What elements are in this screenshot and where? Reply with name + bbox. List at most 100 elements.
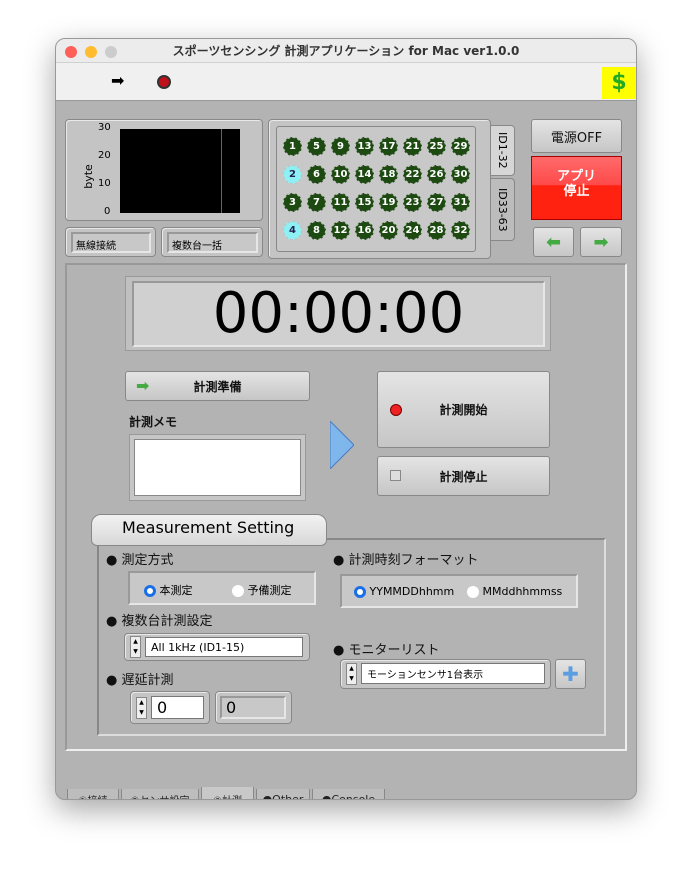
sensor-id-28[interactable]: 28	[427, 221, 446, 240]
delay-input[interactable]: 0	[151, 696, 204, 719]
sensor-id-3[interactable]: 3	[283, 193, 302, 212]
start-button[interactable]: 計測開始	[377, 371, 550, 448]
delay-stepper[interactable]: ▲ ▼	[136, 697, 147, 719]
radio-yymmdd[interactable]: YYMMDDhhmm	[354, 585, 454, 598]
zoom-button[interactable]	[105, 46, 117, 58]
record-icon	[390, 404, 402, 416]
sensor-id-24[interactable]: 24	[403, 221, 422, 240]
sensor-id-5[interactable]: 5	[307, 137, 326, 156]
window-title: スポーツセンシング 計測アプリケーション for Mac ver1.0.0	[172, 44, 520, 58]
multi-status-text: 複数台一括	[167, 232, 258, 253]
tab-console[interactable]: ●Console	[312, 789, 385, 799]
monitor-selector: ▲ ▼ モーションセンサ1台表示	[340, 659, 551, 689]
y-axis-label: byte	[81, 164, 95, 189]
sensor-id-12[interactable]: 12	[331, 221, 350, 240]
plot-area	[120, 129, 240, 213]
sensor-id-29[interactable]: 29	[451, 137, 470, 156]
multi-value[interactable]: All 1kHz (ID1-15)	[145, 637, 303, 657]
sensor-id-6[interactable]: 6	[307, 165, 326, 184]
right-arrow-icon: ➡	[136, 376, 150, 395]
delay-selector: ▲ ▼ 0	[130, 691, 210, 724]
delay-readout: 0	[220, 696, 286, 719]
tab-sensor-settings[interactable]: ②センサ設定	[121, 789, 199, 799]
radio-unselected	[232, 585, 244, 597]
timer-frame: 00:00:00	[125, 276, 551, 351]
radio-main[interactable]: 本測定	[144, 582, 193, 598]
sensor-id-26[interactable]: 26	[427, 165, 446, 184]
memo-input[interactable]	[134, 439, 301, 496]
radio-yymmdd-label: YYMMDDhhmm	[369, 585, 455, 598]
title-bar: スポーツセンシング 計測アプリケーション for Mac ver1.0.0	[56, 39, 636, 63]
radio-unselected	[467, 586, 479, 598]
sensor-id-32[interactable]: 32	[451, 221, 470, 240]
tab-connect[interactable]: ①接続	[67, 789, 119, 799]
sensor-id-14[interactable]: 14	[355, 165, 374, 184]
start-label: 計測開始	[439, 403, 488, 417]
sensor-id-13[interactable]: 13	[355, 137, 374, 156]
sensor-id-30[interactable]: 30	[451, 165, 470, 184]
sensor-id-27[interactable]: 27	[427, 193, 446, 212]
sensor-id-22[interactable]: 22	[403, 165, 422, 184]
sensor-id-19[interactable]: 19	[379, 193, 398, 212]
toolbar: ➡ $	[56, 63, 636, 101]
abort-icon[interactable]	[157, 75, 171, 89]
tab-measure[interactable]: ③計測	[201, 787, 254, 799]
add-monitor-button[interactable]: ✚	[555, 659, 586, 689]
timer-display: 00:00:00	[132, 281, 545, 347]
tab-id33-63[interactable]: ID33-63	[490, 178, 515, 241]
prev-arrow-button[interactable]: ⬅	[533, 227, 574, 257]
sensor-id-4[interactable]: 4	[283, 221, 302, 240]
app-stop-button[interactable]: アプリ 停止	[531, 156, 622, 220]
multi-stepper[interactable]: ▲ ▼	[130, 636, 141, 658]
run-arrow-icon[interactable]: ➡	[111, 71, 124, 90]
sensor-id-23[interactable]: 23	[403, 193, 422, 212]
stop-button[interactable]: 計測停止	[377, 456, 550, 496]
radio-mmdd[interactable]: MMddhhmmss	[467, 585, 562, 598]
radio-selected	[144, 585, 156, 597]
monitor-label: ● モニターリスト	[333, 643, 440, 658]
wireless-status-text: 無線接続	[71, 232, 151, 253]
sensor-id-7[interactable]: 7	[307, 193, 326, 212]
sensor-id-31[interactable]: 31	[451, 193, 470, 212]
minimize-button[interactable]	[85, 46, 97, 58]
tab-id1-32[interactable]: ID1-32	[490, 125, 515, 176]
sensor-id-9[interactable]: 9	[331, 137, 350, 156]
sensor-id-11[interactable]: 11	[331, 193, 350, 212]
app-window: スポーツセンシング 計測アプリケーション for Mac ver1.0.0 ➡ …	[55, 38, 637, 800]
sensor-id-2[interactable]: 2	[283, 165, 302, 184]
radio-selected	[354, 586, 366, 598]
sensor-id-21[interactable]: 21	[403, 137, 422, 156]
multi-selector: ▲ ▼ All 1kHz (ID1-15)	[124, 633, 310, 661]
sensor-id-18[interactable]: 18	[379, 165, 398, 184]
y-tick: 0	[104, 206, 111, 217]
sensor-id-20[interactable]: 20	[379, 221, 398, 240]
sensor-id-17[interactable]: 17	[379, 137, 398, 156]
multi-label: ● 複数台計測設定	[106, 614, 213, 629]
monitor-stepper[interactable]: ▲ ▼	[346, 663, 357, 685]
sensor-id-15[interactable]: 15	[355, 193, 374, 212]
prepare-label: 計測準備	[193, 379, 242, 394]
tab-other[interactable]: ●Other	[256, 789, 310, 799]
monitor-value[interactable]: モーションセンサ1台表示	[361, 663, 545, 684]
id-panel: 1 5 9 13 17 21 25 29 2 6 10 14 18 22 26 30 3 7 11 15 19 23 27 3…	[268, 119, 491, 259]
sensor-id-10[interactable]: 10	[331, 165, 350, 184]
sensor-id-1[interactable]: 1	[283, 137, 302, 156]
sensor-id-8[interactable]: 8	[307, 221, 326, 240]
method-label: ● 測定方式	[106, 553, 174, 568]
stop-square-icon	[390, 470, 401, 481]
next-arrow-button[interactable]: ➡	[580, 227, 622, 257]
sensor-id-16[interactable]: 16	[355, 221, 374, 240]
close-button[interactable]	[65, 46, 77, 58]
multi-status: 複数台一括	[161, 227, 263, 257]
method-radio-group: 本測定 予備測定	[128, 571, 316, 605]
settings-tab[interactable]: Measurement Setting	[91, 514, 327, 546]
y-tick: 10	[98, 178, 111, 189]
ss-logo: $	[602, 67, 636, 99]
plus-icon: ✚	[562, 662, 579, 686]
power-off-button[interactable]: 電源OFF	[531, 119, 622, 153]
sensor-id-25[interactable]: 25	[427, 137, 446, 156]
prepare-button[interactable]: ➡ 計測準備	[125, 371, 310, 401]
time-format-radio-group: YYMMDDhhmm MMddhhmmss	[340, 574, 578, 608]
radio-preliminary[interactable]: 予備測定	[232, 582, 292, 598]
delay-label: ● 遅延計測	[106, 673, 174, 688]
